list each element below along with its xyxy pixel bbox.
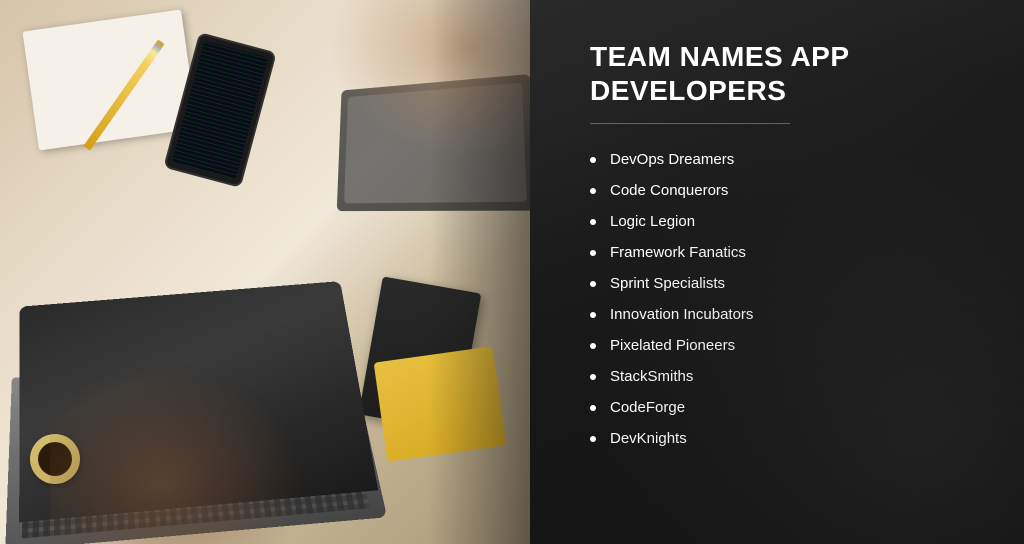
list-bullet-icon: [590, 250, 596, 256]
list-bullet-icon: [590, 436, 596, 442]
list-bullet-icon: [590, 312, 596, 318]
team-name-text: Pixelated Pioneers: [610, 335, 735, 356]
list-item: Sprint Specialists: [590, 268, 974, 299]
hand-bottom-overlay: [50, 344, 330, 544]
list-bullet-icon: [590, 157, 596, 163]
list-bullet-icon: [590, 374, 596, 380]
list-item: Logic Legion: [590, 206, 974, 237]
list-item: Framework Fanatics: [590, 237, 974, 268]
team-name-text: Framework Fanatics: [610, 242, 746, 263]
list-item: Innovation Incubators: [590, 299, 974, 330]
team-name-text: Innovation Incubators: [610, 304, 753, 325]
list-bullet-icon: [590, 343, 596, 349]
photo-panel: [0, 0, 530, 544]
team-name-text: StackSmiths: [610, 366, 693, 387]
list-item: CodeForge: [590, 392, 974, 423]
team-name-text: CodeForge: [610, 397, 685, 418]
content-panel: TEAM NAMES APP DEVELOPERS DevOps Dreamer…: [530, 0, 1024, 544]
team-name-text: Logic Legion: [610, 211, 695, 232]
list-item: Pixelated Pioneers: [590, 330, 974, 361]
list-item: DevOps Dreamers: [590, 144, 974, 175]
list-bullet-icon: [590, 405, 596, 411]
page-title: TEAM NAMES APP DEVELOPERS: [590, 40, 974, 107]
list-bullet-icon: [590, 281, 596, 287]
list-item: Code Conquerors: [590, 175, 974, 206]
list-bullet-icon: [590, 219, 596, 225]
list-item: StackSmiths: [590, 361, 974, 392]
team-name-text: DevOps Dreamers: [610, 149, 734, 170]
list-bullet-icon: [590, 188, 596, 194]
team-name-text: Code Conquerors: [610, 180, 728, 201]
team-name-text: Sprint Specialists: [610, 273, 725, 294]
dark-edge-overlay: [430, 0, 530, 544]
notebook-paper: [22, 9, 197, 150]
team-names-list: DevOps Dreamers Code Conquerors Logic Legi…: [590, 144, 974, 454]
team-name-text: DevKnights: [610, 428, 687, 449]
list-item: DevKnights: [590, 423, 974, 454]
title-divider: [590, 123, 790, 124]
